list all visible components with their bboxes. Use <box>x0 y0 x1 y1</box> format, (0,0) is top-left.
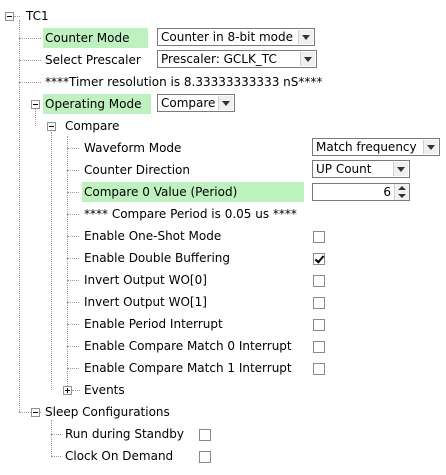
tree-line <box>67 302 79 303</box>
period-interrupt-label: Enable Period Interrupt <box>84 317 223 331</box>
invert-wo1-label: Invert Output WO[1] <box>84 295 207 309</box>
compare-match0-interrupt-checkbox[interactable] <box>313 341 325 353</box>
one-shot-mode-checkbox[interactable] <box>313 231 325 243</box>
tree-line <box>14 16 20 17</box>
period-interrupt-checkbox[interactable] <box>313 319 325 331</box>
counter-mode-dropdown[interactable]: Counter in 8-bit mode <box>157 28 315 46</box>
compare-match1-interrupt-label: Enable Compare Match 1 Interrupt <box>84 361 292 375</box>
operating-mode-label: Operating Mode <box>43 94 151 114</box>
tree-line <box>67 324 79 325</box>
counter-direction-dropdown[interactable]: UP Count <box>312 160 410 178</box>
run-during-standby-checkbox[interactable] <box>199 429 211 441</box>
clock-on-demand-label: Clock On Demand <box>65 449 174 463</box>
compare0-value: 6 <box>383 185 391 199</box>
tree-line <box>19 38 41 39</box>
tree-line <box>19 60 41 61</box>
prescaler-dropdown[interactable]: Prescaler: GCLK_TC <box>157 50 317 68</box>
sleep-configurations-label[interactable]: Sleep Configurations <box>43 402 172 422</box>
timer-resolution-note: ****Timer resolution is 8.33333333333 nS… <box>45 75 323 89</box>
compare0-value-stepper[interactable]: 6 <box>312 183 410 201</box>
invert-wo0-checkbox[interactable] <box>313 275 325 287</box>
counter-mode-value: Counter in 8-bit mode <box>161 30 293 44</box>
double-buffering-checkbox[interactable] <box>313 253 325 265</box>
tree-line <box>51 456 61 457</box>
one-shot-mode-label: Enable One-Shot Mode <box>84 229 222 243</box>
events-label[interactable]: Events <box>82 380 127 400</box>
compare-period-note: **** Compare Period is 0.05 us **** <box>84 207 297 221</box>
tree-line <box>67 192 79 193</box>
tree-line <box>51 132 52 390</box>
chevron-down-icon <box>300 52 315 66</box>
tree-line <box>67 148 79 149</box>
tree-line <box>67 280 79 281</box>
tc1-node-label[interactable]: TC1 <box>24 6 51 26</box>
spin-down-icon[interactable] <box>398 194 406 198</box>
collapse-icon[interactable] <box>31 100 40 109</box>
waveform-mode-dropdown[interactable]: Match frequency <box>312 138 440 156</box>
counter-mode-label: Counter Mode <box>43 28 148 48</box>
chevron-down-icon <box>298 30 313 44</box>
spin-buttons[interactable] <box>394 184 409 200</box>
collapse-icon[interactable] <box>31 408 40 417</box>
expand-icon[interactable] <box>63 386 72 395</box>
run-during-standby-label: Run during Standby <box>65 427 184 441</box>
compare0-value-label: Compare 0 Value (Period) <box>82 182 304 202</box>
tree-line <box>19 20 20 412</box>
operating-mode-value: Compare <box>161 96 216 110</box>
compare-group-label[interactable]: Compare <box>63 116 121 136</box>
collapse-icon[interactable] <box>5 12 14 21</box>
tree-line <box>51 420 52 456</box>
waveform-mode-value: Match frequency <box>316 140 417 154</box>
double-buffering-label: Enable Double Buffering <box>84 251 231 265</box>
tree-line <box>72 390 80 391</box>
prescaler-value: Prescaler: GCLK_TC <box>161 52 277 66</box>
waveform-mode-label: Waveform Mode <box>84 141 182 155</box>
invert-wo1-checkbox[interactable] <box>313 297 325 309</box>
clock-on-demand-checkbox[interactable] <box>199 451 211 463</box>
settings-tree: TC1 Counter Mode Counter in 8-bit mode S… <box>0 0 446 475</box>
tree-line <box>67 170 79 171</box>
chevron-down-icon <box>218 96 233 110</box>
compare-match0-interrupt-label: Enable Compare Match 0 Interrupt <box>84 339 292 353</box>
tree-line <box>67 346 79 347</box>
spin-up-icon[interactable] <box>398 186 406 190</box>
tree-line <box>67 236 79 237</box>
tree-line <box>19 82 41 83</box>
chevron-down-icon <box>393 162 408 176</box>
tree-line <box>67 214 79 215</box>
select-prescaler-label: Select Prescaler <box>45 53 141 67</box>
compare-match1-interrupt-checkbox[interactable] <box>313 363 325 375</box>
chevron-down-icon <box>423 140 438 154</box>
counter-direction-value: UP Count <box>316 162 372 176</box>
tree-line <box>67 258 79 259</box>
tree-line <box>67 136 68 390</box>
operating-mode-dropdown[interactable]: Compare <box>157 94 235 112</box>
tree-line <box>51 434 61 435</box>
tree-line <box>67 368 79 369</box>
invert-wo0-label: Invert Output WO[0] <box>84 273 207 287</box>
tree-line <box>35 108 36 126</box>
collapse-icon[interactable] <box>47 122 56 131</box>
counter-direction-label: Counter Direction <box>84 163 190 177</box>
